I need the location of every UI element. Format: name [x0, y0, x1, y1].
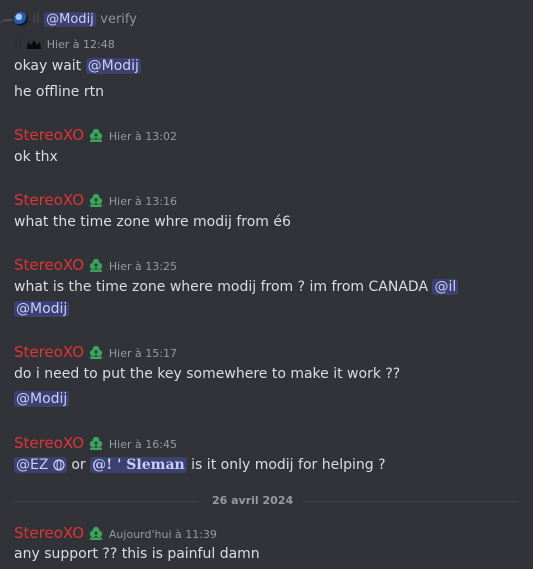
- username[interactable]: StereoXO: [14, 434, 84, 452]
- message-header: StereoXO Hier à 13:02: [14, 126, 177, 144]
- clover-badge-icon: [88, 344, 104, 360]
- message-header: StereoXO Hier à 13:16: [14, 191, 177, 209]
- message-line: ok thx: [14, 149, 58, 165]
- reply-text: verify: [100, 12, 137, 27]
- reply-avatar-icon: [14, 12, 28, 26]
- message-line: what the time zone whre modij from é6: [14, 214, 291, 230]
- username[interactable]: StereoXO: [14, 191, 84, 209]
- message-header: il Hier à 12:48: [14, 36, 115, 54]
- message-text: or: [66, 457, 91, 473]
- clover-badge-icon: [88, 192, 104, 208]
- message-text: ok thx: [14, 149, 58, 165]
- message-line: he offline rtn: [14, 84, 104, 100]
- username[interactable]: StereoXO: [14, 343, 84, 361]
- message-text: what the time zone whre modij from é6: [14, 214, 291, 230]
- message-text: okay wait: [14, 58, 86, 74]
- message-line: do i need to put the key somewhere to ma…: [14, 366, 400, 382]
- message-line: okay wait @Modij: [14, 58, 141, 74]
- mention-text: @EZ: [16, 457, 49, 473]
- user-mention[interactable]: @EZ: [14, 457, 67, 473]
- clover-badge-icon: [88, 257, 104, 273]
- timestamp: Hier à 15:17: [108, 347, 177, 360]
- username[interactable]: StereoXO: [14, 126, 84, 144]
- message-text: do i need to put the key somewhere to ma…: [14, 366, 401, 382]
- message-header: StereoXO Aujourd'hui à 11:39: [14, 524, 217, 542]
- username[interactable]: il: [14, 36, 22, 52]
- message-header: StereoXO Hier à 16:45: [14, 434, 177, 452]
- username[interactable]: StereoXO: [14, 524, 84, 542]
- clover-badge-icon: [88, 127, 104, 143]
- message-text: what is the time zone where modij from ?…: [14, 279, 433, 295]
- date-divider: 26 avril 2024: [208, 494, 298, 507]
- message-line: @Modij: [14, 391, 70, 407]
- timestamp: Hier à 12:48: [46, 38, 115, 51]
- message-line: any support ?? this is painful damn: [14, 546, 260, 562]
- timestamp: Hier à 13:02: [108, 130, 177, 143]
- username[interactable]: StereoXO: [14, 256, 84, 274]
- reply-mention[interactable]: @Modij: [44, 12, 96, 27]
- message-line: @Modij: [14, 301, 70, 317]
- clover-badge-icon: [88, 525, 104, 541]
- timestamp: Aujourd'hui à 11:39: [108, 528, 217, 541]
- user-mention[interactable]: @Modij: [85, 58, 141, 74]
- globe-icon: [53, 459, 65, 475]
- message-text: is it only modij for helping ?: [186, 457, 386, 473]
- user-mention[interactable]: @! ' Sleman: [90, 457, 187, 473]
- reply-preview[interactable]: il @Modij verify: [14, 11, 137, 27]
- message-header: StereoXO Hier à 13:25: [14, 256, 177, 274]
- timestamp: Hier à 13:25: [108, 260, 177, 273]
- user-mention[interactable]: @Modij: [14, 301, 70, 317]
- divider-line-right: [303, 501, 519, 502]
- timestamp: Hier à 16:45: [108, 438, 177, 451]
- clover-badge-icon: [88, 435, 104, 451]
- timestamp: Hier à 13:16: [108, 195, 177, 208]
- crown-icon: [26, 38, 42, 54]
- message-text: any support ?? this is painful damn: [14, 546, 260, 562]
- divider-line-left: [14, 501, 199, 502]
- reply-connector: [0, 19, 12, 29]
- message-header: StereoXO Hier à 15:17: [14, 343, 177, 361]
- message-line: what is the time zone where modij from ?…: [14, 279, 459, 295]
- user-mention[interactable]: @Modij: [14, 391, 70, 407]
- message-text: he offline rtn: [14, 84, 104, 100]
- message-line: @EZ or @! ' Sleman is it only modij for …: [14, 457, 386, 475]
- reply-author: il: [32, 12, 40, 27]
- user-mention[interactable]: @il: [432, 279, 459, 295]
